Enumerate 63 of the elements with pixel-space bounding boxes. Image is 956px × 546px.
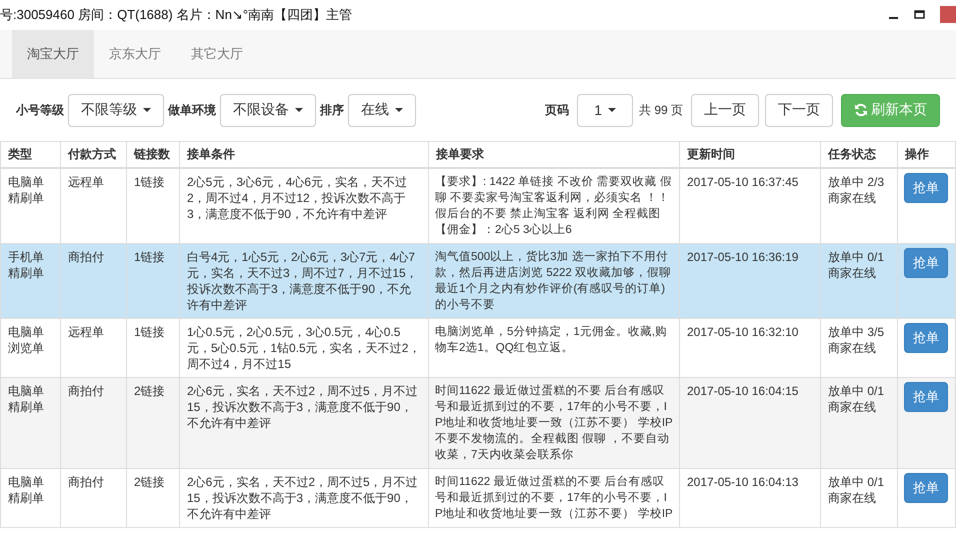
dropdown-button[interactable]: 不限设备 bbox=[220, 94, 316, 126]
table-cell: 电脑单精刷单 bbox=[0, 378, 60, 468]
caret-icon bbox=[295, 108, 303, 112]
table-cell: 2017-05-10 16:36:19 bbox=[680, 244, 820, 318]
table-cell: 手机单精刷单 bbox=[0, 244, 60, 318]
table-cell: 2017-05-10 16:04:13 bbox=[680, 468, 820, 528]
table-cell: 2链接 bbox=[126, 378, 180, 468]
table-cell: 2心6元，实名，天不过2，周不过5，月不过15，投诉次数不高于3，满意度不低于90，不允许有中差评 bbox=[180, 468, 428, 528]
refresh-icon bbox=[854, 103, 868, 117]
column-header: 操作 bbox=[898, 142, 956, 168]
table-cell: 商拍付 bbox=[60, 468, 126, 528]
page-dropdown[interactable]: 1 bbox=[577, 94, 633, 126]
table-cell: 2心6元，实名，天不过2，周不过5，月不过15，投诉次数不高于3，满意度不低于90，不允许有中差评 bbox=[180, 378, 428, 468]
merchant-status: 商家在线 bbox=[828, 190, 877, 206]
merchant-status: 商家在线 bbox=[828, 399, 877, 415]
grab-order-button[interactable]: 抢单 bbox=[904, 173, 948, 203]
task-status: 放单中 2/3 bbox=[828, 174, 886, 190]
table-cell: 电脑单精刷单 bbox=[0, 468, 60, 528]
prev-page-button[interactable]: 上一页 bbox=[691, 94, 759, 126]
column-header: 付款方式 bbox=[60, 142, 126, 168]
dropdown-button[interactable]: 在线 bbox=[348, 94, 416, 126]
maximize-icon[interactable] bbox=[914, 10, 926, 20]
grab-order-button[interactable]: 抢单 bbox=[904, 323, 948, 353]
filter-label: 小号等级 bbox=[16, 102, 64, 118]
task-status: 放单中 0/1 bbox=[828, 383, 886, 399]
table-cell: 淘气值500以上，货比3加 选一家拍下不用付款，然后再进店浏览 5222 双收藏加够，假聊最近1个月之内有炒作评价(有感叹号的订单)的小号不要 bbox=[428, 244, 680, 318]
dropdown-button[interactable]: 不限等级 bbox=[68, 94, 164, 126]
page-total: 共 99 页 bbox=[638, 102, 683, 118]
merchant-status: 商家在线 bbox=[828, 490, 877, 506]
table-cell: 时间11622 最近做过蛋糕的不要 后台有感叹号和最近抓到过的不要，17年的小号不要，IP地址和收货地址要一致（江苏不要） 学校IP bbox=[428, 468, 680, 528]
column-header: 任务状态 bbox=[820, 142, 898, 168]
column-header: 接单条件 bbox=[180, 142, 428, 168]
column-header: 接单要求 bbox=[428, 142, 680, 168]
filter-label: 排序 bbox=[320, 102, 344, 118]
caret-icon bbox=[143, 108, 151, 112]
table-cell: 2017-05-10 16:04:15 bbox=[680, 378, 820, 468]
grab-order-button[interactable]: 抢单 bbox=[904, 248, 948, 278]
caret-icon bbox=[608, 108, 616, 112]
grab-order-button[interactable]: 抢单 bbox=[904, 473, 948, 503]
table-cell: 2链接 bbox=[126, 468, 180, 528]
table-cell: 商拍付 bbox=[60, 378, 126, 468]
tab[interactable]: 其它大厅 bbox=[176, 30, 258, 78]
task-status: 放单中 3/5 bbox=[828, 324, 886, 340]
filter-label: 做单环境 bbox=[168, 102, 216, 118]
tab[interactable]: 京东大厅 bbox=[94, 30, 176, 78]
column-header: 更新时间 bbox=[680, 142, 820, 168]
column-header: 类型 bbox=[0, 142, 60, 168]
task-status: 放单中 0/1 bbox=[828, 249, 886, 265]
table-cell: 时间11622 最近做过蛋糕的不要 后台有感叹号和最近抓到过的不要，17年的小号不要，IP地址和收货地址要一致（江苏不要） 学校IP不要不发物流的。全程截图 假聊 ，不要自动收菜，7天内收菜会联系你 bbox=[428, 378, 680, 468]
task-status: 放单中 0/1 bbox=[828, 474, 886, 490]
window-title: 号:30059460 房间：QT(1688) 名片：Nn↘°南南【四团】主管 bbox=[0, 6, 352, 24]
caret-icon bbox=[395, 108, 403, 112]
grab-order-button[interactable]: 抢单 bbox=[904, 382, 948, 412]
page-label: 页码 bbox=[545, 102, 570, 118]
table-cell: 商拍付 bbox=[60, 244, 126, 318]
table-cell: 1链接 bbox=[126, 244, 180, 318]
next-page-button[interactable]: 下一页 bbox=[765, 94, 833, 126]
merchant-status: 商家在线 bbox=[828, 340, 877, 356]
refresh-button[interactable]: 刷新本页 bbox=[841, 94, 940, 126]
column-header: 链接数 bbox=[126, 142, 180, 168]
tab[interactable]: 淘宝大厅 bbox=[12, 30, 94, 78]
table-cell: 白号4元，1心5元，2心6元，3心7元，4心7元，实名，天不过3，周不过7，月不过15，投诉次数不高于3，满意度不低于90，不允许有中差评 bbox=[180, 244, 428, 318]
merchant-status: 商家在线 bbox=[828, 265, 877, 281]
